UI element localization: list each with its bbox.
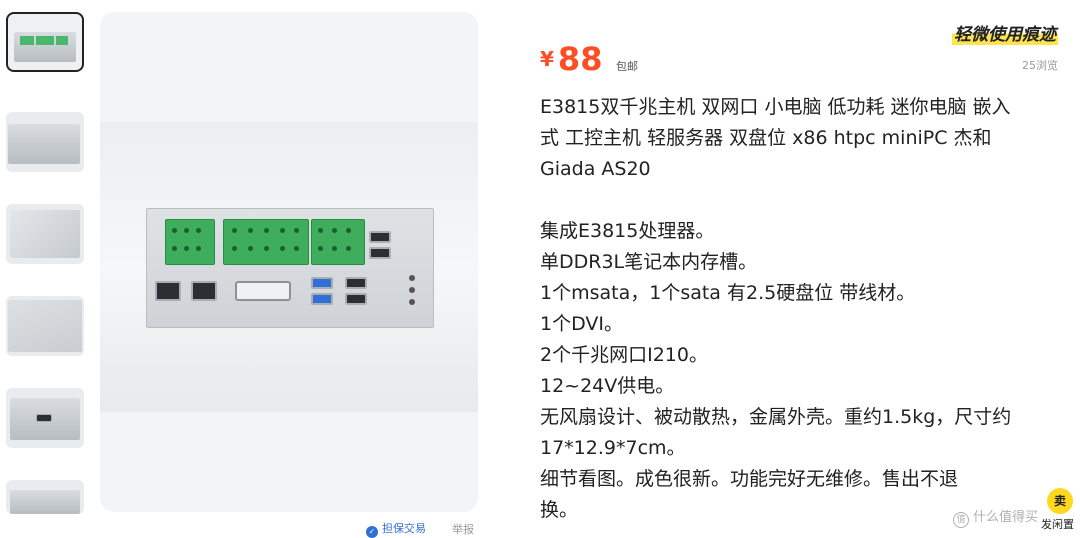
mini-pc-front-panel [146,208,434,328]
site-watermark: 值什么值得买 [953,506,1038,528]
product-description: E3815双千兆主机 双网口 小电脑 低功耗 迷你电脑 嵌入 式 工控主机 轻服… [540,92,1065,526]
watermark-text: 什么值得买 [973,510,1039,525]
usb3-port [311,293,333,305]
product-photo [100,122,478,412]
view-count: 25浏览 [1022,59,1058,72]
sell-label[interactable]: 发闲置 [1041,516,1074,532]
device-image [10,490,80,514]
terminal-image [36,36,54,45]
watermark-logo-icon: 值 [953,512,969,528]
device-image [8,300,82,352]
spec-line: 1个msata，1个sata 有2.5硬盘位 带线材。 [540,282,916,304]
spec-line: 17*12.9*7cm。 [540,437,686,459]
shield-icon: ✓ [366,526,378,538]
terminal-block-2 [223,219,309,265]
device-image [8,124,80,164]
thumbnail-3[interactable] [6,204,84,264]
led-indicator [409,287,415,293]
guarantee-label: 担保交易 [382,522,426,535]
ethernet-port [191,281,217,301]
spec-line: 2个千兆网口I210。 [540,344,708,366]
ethernet-port [155,281,181,301]
usb-port [369,247,391,259]
terminal-block-3 [311,219,365,265]
usb-port [345,277,367,289]
terminal-block-1 [165,219,215,265]
shipping-label: 包邮 [616,60,638,73]
report-link[interactable]: 举报 [452,521,474,537]
device-image [10,210,80,258]
spec-line: 1个DVI。 [540,313,623,335]
title-line: 式 工控主机 轻服务器 双盘位 x86 htpc miniPC 杰和 [540,127,992,149]
terminal-image [20,36,34,45]
spec-line: 细节看图。成色很新。功能完好无维修。售出不退 [540,468,959,490]
usb-port [369,231,391,243]
usb3-port [311,277,333,289]
dvi-port [235,281,291,301]
guarantee-link[interactable]: ✓ 担保交易 [366,520,426,538]
power-button [409,299,415,305]
condition-tag: 轻微使用痕迹 [952,20,1058,45]
spec-line: 集成E3815处理器。 [540,220,715,242]
spec-line: 无风扇设计、被动散热，金属外壳。重约1.5kg，尺寸约 [540,406,1012,428]
terminal-image [56,36,68,45]
thumbnail-2[interactable] [6,112,84,172]
price-currency: ¥ [540,47,554,71]
port-image [36,414,52,422]
main-image-viewer[interactable] [100,12,478,512]
price-value: 88 [557,40,603,78]
thumbnail-1[interactable] [6,12,84,72]
spec-line: 单DDR3L笔记本内存槽。 [540,251,758,273]
title-line: E3815双千兆主机 双网口 小电脑 低功耗 迷你电脑 嵌入 [540,96,1011,118]
usb-port [345,293,367,305]
thumbnail-6[interactable] [6,480,84,514]
spec-line: 12~24V供电。 [540,375,675,397]
price: ¥88 [540,40,602,78]
led-indicator [409,275,415,281]
thumbnail-4[interactable] [6,296,84,356]
thumbnail-5[interactable] [6,388,84,448]
sell-button[interactable]: 卖 [1047,488,1073,514]
title-line: Giada AS20 [540,158,651,180]
